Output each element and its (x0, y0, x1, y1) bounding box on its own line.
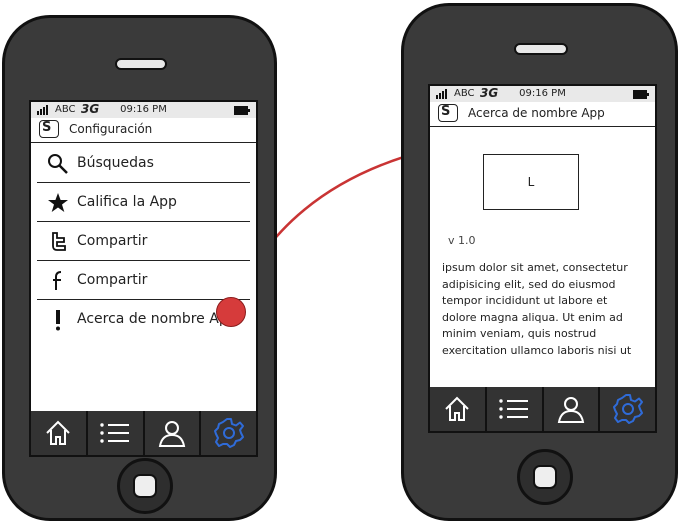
app-logo (39, 120, 59, 138)
clock: 09:16 PM (120, 104, 167, 115)
tab-bar (430, 387, 655, 431)
tab-settings[interactable] (201, 411, 256, 455)
list-icon (499, 399, 529, 419)
tab-profile[interactable] (544, 387, 601, 431)
twitter-icon (52, 232, 66, 251)
tab-home[interactable] (31, 411, 88, 455)
tab-bar (31, 411, 256, 455)
menu-item-label: Búsquedas (77, 155, 154, 171)
menu-item-share-facebook[interactable]: Compartir (37, 261, 250, 300)
screen-settings: ABC 3G 09:16 PM Configuración Búsquedas … (29, 100, 258, 457)
gear-icon (213, 418, 244, 448)
tab-list[interactable] (487, 387, 544, 431)
user-icon (158, 421, 186, 447)
home-icon (445, 396, 470, 421)
menu-item-label: Acerca de nombre App (77, 311, 237, 327)
speaker (514, 43, 568, 55)
status-bar: ABC 3G 09:16 PM (430, 86, 655, 102)
gear-icon (612, 394, 643, 424)
battery-icon (633, 90, 649, 99)
tab-list[interactable] (88, 411, 145, 455)
page-title: Configuración (69, 122, 153, 136)
title-bar: Configuración (31, 118, 256, 143)
menu-item-label: Compartir (77, 272, 148, 288)
title-bar: Acerca de nombre App (430, 102, 655, 127)
phone-right: ABC 3G 09:16 PM Acerca de nombre App L v… (401, 3, 678, 521)
page-title: Acerca de nombre App (468, 106, 605, 120)
search-icon (48, 154, 68, 174)
home-button[interactable] (117, 458, 173, 514)
app-logo (438, 104, 458, 122)
menu-item-searches[interactable]: Búsquedas (37, 144, 250, 183)
version-label: v 1.0 (448, 234, 476, 247)
app-logo-placeholder: L (483, 154, 579, 210)
facebook-icon (53, 271, 62, 290)
clock: 09:16 PM (519, 88, 566, 99)
tap-indicator (216, 297, 246, 327)
tab-settings[interactable] (600, 387, 655, 431)
menu-item-share-twitter[interactable]: Compartir (37, 222, 250, 261)
list-icon (100, 423, 130, 443)
tab-home[interactable] (430, 387, 487, 431)
menu-item-label: Compartir (77, 233, 148, 249)
battery-icon (234, 106, 250, 115)
status-bar: ABC 3G 09:16 PM (31, 102, 256, 118)
phone-left: ABC 3G 09:16 PM Configuración Búsquedas … (2, 15, 277, 521)
menu-item-rate-app[interactable]: Califica la App (37, 183, 250, 222)
exclamation-icon (56, 310, 60, 331)
home-icon (46, 420, 71, 445)
menu-item-label: Califica la App (77, 194, 177, 210)
screen-about: ABC 3G 09:16 PM Acerca de nombre App L v… (428, 84, 657, 433)
star-icon (48, 193, 68, 212)
tab-profile[interactable] (145, 411, 202, 455)
user-icon (557, 397, 585, 423)
speaker (115, 58, 167, 70)
home-button[interactable] (517, 449, 573, 505)
about-text: ipsum dolor sit amet, consectetur adipis… (442, 261, 632, 357)
